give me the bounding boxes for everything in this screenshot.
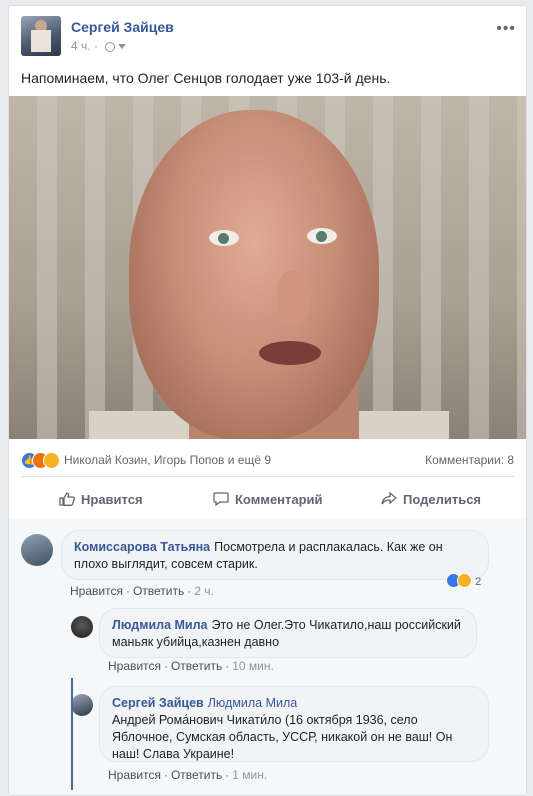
post-card: Сергей Зайцев 4 ч. · ••• Напоминаем, что…	[8, 5, 527, 796]
reply-like-link[interactable]: Нравится	[108, 659, 161, 673]
reply-mention[interactable]: Людмила Мила	[208, 696, 298, 710]
post-time[interactable]: 4 ч.	[71, 39, 91, 53]
reply-actions: Нравится · Ответить · 1 мин.	[108, 768, 267, 782]
share-button[interactable]: Поделиться	[381, 484, 481, 516]
reply-actions: Нравится · Ответить · 10 мин.	[108, 659, 274, 673]
post-meta: 4 ч. ·	[71, 39, 127, 53]
reply-bubble: Сергей Зайцев Людмила Мила Андрей Рома́но…	[99, 686, 489, 762]
reactors-list[interactable]: Николай Козин, Игорь Попов и ещё 9	[64, 453, 271, 467]
sad-reaction-icon	[457, 573, 472, 588]
comment-icon	[213, 492, 229, 506]
reply-thread-line	[71, 678, 73, 790]
comments-section: Комиссарова Татьяна Посмотрела и расплака…	[9, 518, 526, 795]
separator: ·	[225, 659, 230, 673]
comment-actions: Нравится · Ответить · 2 ч.	[70, 584, 214, 598]
like-label: Нравится	[81, 492, 143, 507]
reply-time[interactable]: 10 мин.	[232, 659, 274, 673]
comment-reactions[interactable]: 2	[446, 573, 481, 588]
reply-author[interactable]: Людмила Мила	[112, 618, 208, 632]
share-label: Поделиться	[403, 492, 482, 507]
reply-reply-link[interactable]: Ответить	[171, 659, 222, 673]
comment-time[interactable]: 2 ч.	[194, 584, 214, 598]
avatar[interactable]	[21, 534, 53, 566]
divider	[21, 476, 514, 477]
comments-count[interactable]: Комментарии: 8	[425, 453, 514, 467]
separator: ·	[93, 39, 98, 53]
reply-time[interactable]: 1 мин.	[232, 768, 267, 782]
separator: ·	[163, 768, 168, 782]
author-avatar[interactable]	[21, 16, 61, 56]
reply-author[interactable]: Сергей Зайцев	[112, 696, 204, 710]
comment-bubble: Комиссарова Татьяна Посмотрела и расплака…	[61, 530, 489, 580]
separator: ·	[163, 659, 168, 673]
avatar[interactable]	[71, 616, 93, 638]
post-text: Напоминаем, что Олег Сенцов голодает уже…	[21, 70, 391, 86]
reactions-bar: 👍 Николай Козин, Игорь Попов и ещё 9 Ком…	[21, 450, 514, 470]
sad-reaction-icon[interactable]	[43, 452, 60, 469]
separator: ·	[187, 584, 192, 598]
like-button[interactable]: Нравится	[59, 484, 143, 516]
thumbs-up-icon	[59, 492, 75, 506]
comment-button[interactable]: Комментарий	[213, 484, 323, 516]
globe-icon[interactable]	[105, 42, 116, 52]
comment-reply-link[interactable]: Ответить	[133, 584, 184, 598]
author-name[interactable]: Сергей Зайцев	[71, 19, 174, 35]
share-icon	[381, 492, 397, 505]
comment-author[interactable]: Комиссарова Татьяна	[74, 540, 210, 554]
comment-label: Комментарий	[235, 492, 323, 507]
chevron-down-icon[interactable]	[118, 44, 127, 49]
comment-reactions-count: 2	[475, 576, 482, 588]
separator: ·	[225, 768, 230, 782]
post-photo[interactable]	[9, 96, 526, 439]
comment-like-link[interactable]: Нравится	[70, 584, 123, 598]
reply-like-link[interactable]: Нравится	[108, 768, 161, 782]
reply-text: Андрей Рома́нович Чикати́ло (16 октября …	[112, 713, 453, 761]
post-actions: Нравится Комментарий Поделиться	[21, 484, 514, 516]
avatar[interactable]	[71, 694, 93, 716]
reply-bubble: Людмила Мила Это не Олег.Это Чикатило,наш…	[99, 608, 477, 658]
reply-reply-link[interactable]: Ответить	[171, 768, 222, 782]
separator: ·	[125, 584, 130, 598]
ellipsis-icon[interactable]: •••	[496, 20, 516, 38]
